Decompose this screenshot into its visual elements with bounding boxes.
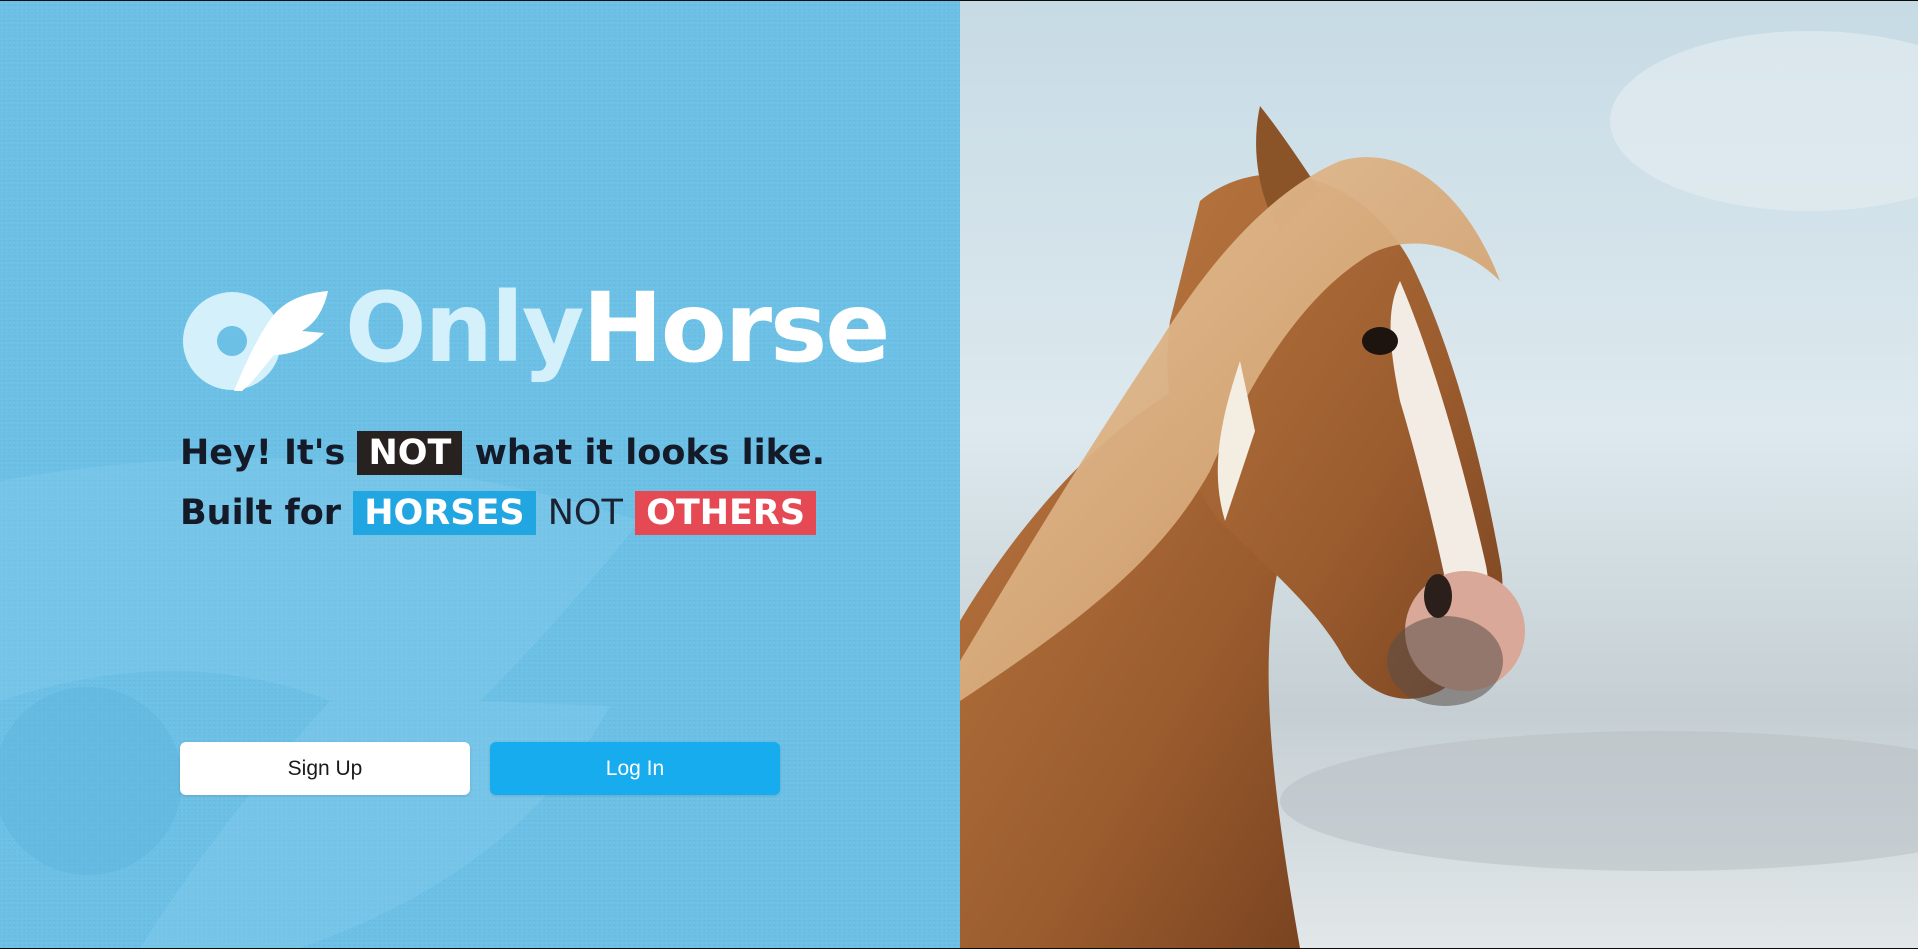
brand-wordmark-light: Only [345, 272, 584, 384]
tagline-1-suffix: what it looks like. [474, 433, 826, 473]
tagline-2-highlight-horses: HORSES [353, 491, 536, 535]
tagline-2-prefix: Built for [180, 493, 342, 533]
tagline-2-highlight-others: OTHERS [635, 491, 817, 535]
hero-horse-image [960, 1, 1918, 948]
tagline-1-prefix: Hey! It's [180, 433, 346, 473]
sign-up-button[interactable]: Sign Up [180, 742, 470, 795]
onlyhorse-logo-icon [183, 291, 328, 391]
tagline-2-middle: NOT [547, 493, 623, 533]
tagline-line-2: Built for HORSES NOT OTHERS [180, 491, 817, 535]
landing-page: OnlyHorse Hey! It's NOT what it looks li… [0, 0, 1918, 949]
horse-photo-icon [960, 1, 1918, 948]
tagline-line-1: Hey! It's NOT what it looks like. [180, 431, 825, 475]
brand-wordmark: OnlyHorse [345, 280, 890, 376]
tagline-1-highlight: NOT [357, 431, 463, 475]
hero-left-panel: OnlyHorse Hey! It's NOT what it looks li… [0, 1, 960, 948]
log-in-button[interactable]: Log In [490, 742, 780, 795]
brand-wordmark-bold: Horse [582, 272, 890, 384]
